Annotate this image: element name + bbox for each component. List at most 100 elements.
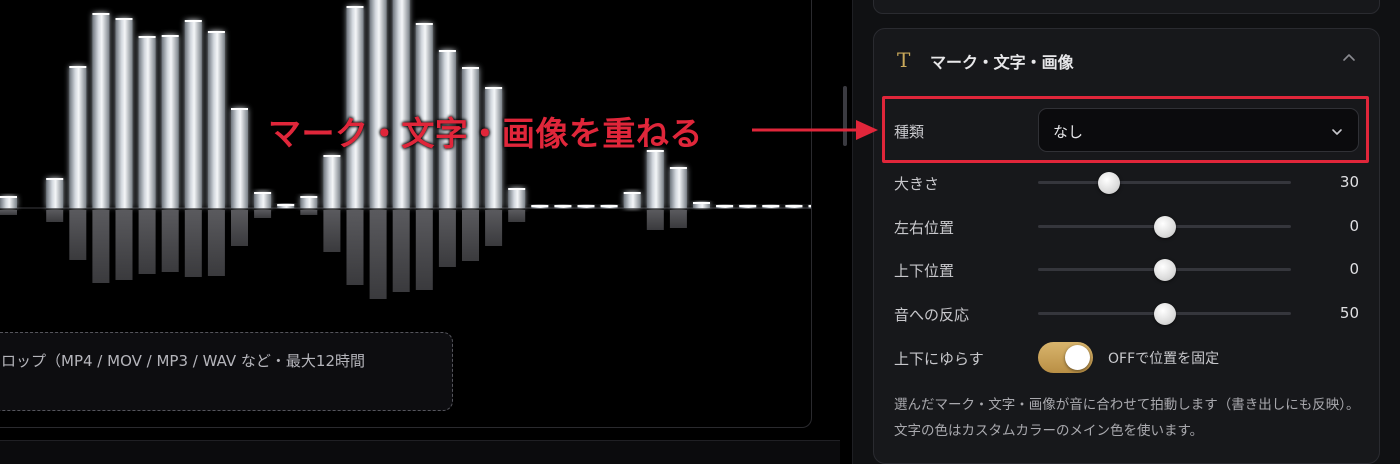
spectrum-reflection-bar: [92, 210, 110, 283]
spectrum-bar-cap: [531, 205, 549, 207]
spectrum-bar: [207, 31, 225, 208]
spectrum-reflection-bar: [46, 210, 64, 222]
spectrum-reflection-bar: [254, 210, 272, 218]
slider-thumb[interactable]: [1153, 216, 1176, 238]
spectrum-bar-cap: [600, 205, 618, 207]
spectrum-bar-cap: [785, 205, 803, 207]
spectrum-bar: [69, 66, 87, 208]
previous-settings-card: [873, 0, 1380, 14]
spectrum-bar-cap: [716, 205, 734, 207]
spectrum-bar: [138, 36, 156, 208]
spectrum-reflection-bar: [138, 210, 156, 274]
vertical-position-label: 上下位置: [894, 262, 955, 280]
spectrum-bar: [115, 18, 133, 208]
horizontal-position-slider[interactable]: [1038, 216, 1291, 238]
spectrum-bar-cap: [762, 205, 780, 207]
audio-reactivity-value: 50: [1339, 304, 1359, 322]
sway-toggle[interactable]: [1038, 342, 1093, 373]
size-value: 30: [1339, 173, 1359, 191]
file-drop-zone[interactable]: ロップ（MP4 / MOV / MP3 / WAV など・最大12時間: [0, 332, 453, 411]
spectrum-bar: [184, 20, 202, 208]
audio-reactivity-label: 音への反応: [894, 306, 970, 324]
spectrum-bar: [254, 192, 272, 208]
spectrum-bar: [508, 188, 526, 208]
spectrum-bar: [231, 108, 248, 208]
spectrum-bar-cap: [346, 6, 364, 8]
spectrum-reflection-bar: [161, 210, 179, 272]
spectrum-reflection-bar: [485, 210, 503, 246]
spectrum-bar-cap: [231, 108, 248, 110]
spectrum-reflection-bar: [462, 210, 479, 261]
size-label: 大きさ: [894, 175, 940, 193]
spectrum-bar: [392, 0, 410, 208]
annotation-highlight-box: [882, 96, 1369, 163]
spectrum-reflection-bar: [184, 210, 202, 277]
sway-toggle-description: OFFで位置を固定: [1108, 351, 1220, 367]
spectrum-bar: [323, 155, 341, 208]
spectrum-bar-cap: [623, 192, 641, 194]
toggle-knob: [1065, 345, 1090, 370]
dropzone-text: ロップ（MP4 / MOV / MP3 / WAV など・最大12時間: [1, 352, 366, 370]
spectrum-bar-cap: [300, 196, 318, 198]
spectrum-bar-cap: [138, 36, 156, 38]
spectrum-bar: [92, 13, 110, 208]
audio-visualizer-preview: ロップ（MP4 / MOV / MP3 / WAV など・最大12時間: [0, 0, 812, 428]
spectrum-reflection-bar: [369, 210, 387, 299]
spectrum-bar-cap: [577, 205, 595, 207]
bottom-bar: [0, 440, 840, 464]
spectrum-bar-cap: [92, 13, 110, 15]
spectrum-bar-cap: [462, 67, 479, 69]
spectrum-bar: [46, 178, 64, 208]
spectrum-bar: [669, 167, 687, 208]
size-slider[interactable]: [1038, 172, 1291, 194]
spectrum-bar-cap: [207, 31, 225, 33]
horizontal-position-value: 0: [1349, 217, 1359, 235]
spectrum-reflection-bar: [231, 210, 248, 246]
spectrum-bar: [161, 35, 179, 208]
spectrum-bar-cap: [669, 167, 687, 169]
slider-thumb[interactable]: [1097, 172, 1120, 194]
chevron-up-icon[interactable]: [1342, 50, 1356, 69]
horizontal-position-label: 左右位置: [894, 219, 955, 237]
text-t-icon: T: [897, 48, 911, 72]
spectrum-bar-cap: [693, 202, 710, 204]
spectrum-reflection-bar: [207, 210, 225, 276]
sway-label: 上下にゆらす: [894, 350, 984, 368]
spectrum-bar-cap: [184, 20, 202, 22]
spectrum-bar-cap: [415, 23, 433, 25]
spectrum-bar-cap: [508, 188, 526, 190]
spectrum-bar-cap: [277, 204, 295, 206]
slider-thumb[interactable]: [1153, 259, 1176, 281]
spectrum-bar-cap: [438, 50, 456, 52]
spectrum-reflection-bar: [508, 210, 526, 222]
spectrum-reflection-bar: [669, 210, 687, 228]
slider-thumb[interactable]: [1153, 303, 1176, 325]
annotation-text: マーク・文字・画像を重ねる: [268, 114, 703, 153]
spectrum-bar: [369, 0, 387, 208]
spectrum-bar-cap: [323, 155, 341, 157]
spectrum-bar-cap: [115, 18, 133, 20]
spectrum-reflection-bar: [438, 210, 456, 267]
spectrum-bar-cap: [161, 35, 179, 37]
spectrum-bar-cap: [485, 87, 503, 89]
spectrum-bar-cap: [69, 66, 87, 68]
spectrum-reflection-bar: [300, 210, 318, 215]
spectrum-reflection-bar: [415, 210, 433, 290]
spectrum-reflection-bar: [392, 210, 410, 292]
spectrum-bar: [646, 150, 664, 208]
spectrum-reflection-bar: [646, 210, 664, 230]
spectrum-bar-cap: [0, 196, 17, 198]
help-text: 選んだマーク・文字・画像が音に合わせて拍動します（書き出しにも反映）。文字の色は…: [894, 397, 1360, 439]
spectrum-reflection-bar: [0, 210, 17, 215]
audio-reactivity-slider[interactable]: [1038, 303, 1291, 325]
spectrum-reflection-bar: [323, 210, 341, 252]
annotation-arrow-icon: [752, 117, 880, 147]
spectrum-reflection-bar: [346, 210, 364, 285]
vertical-position-value: 0: [1349, 260, 1359, 278]
spectrum-bar-cap: [739, 205, 757, 207]
card-title: マーク・文字・画像: [930, 53, 1074, 72]
spectrum-bar-cap: [554, 205, 572, 207]
spectrum-reflection-bar: [69, 210, 87, 260]
spectrum-bar-cap: [808, 205, 811, 207]
vertical-position-slider[interactable]: [1038, 259, 1291, 281]
